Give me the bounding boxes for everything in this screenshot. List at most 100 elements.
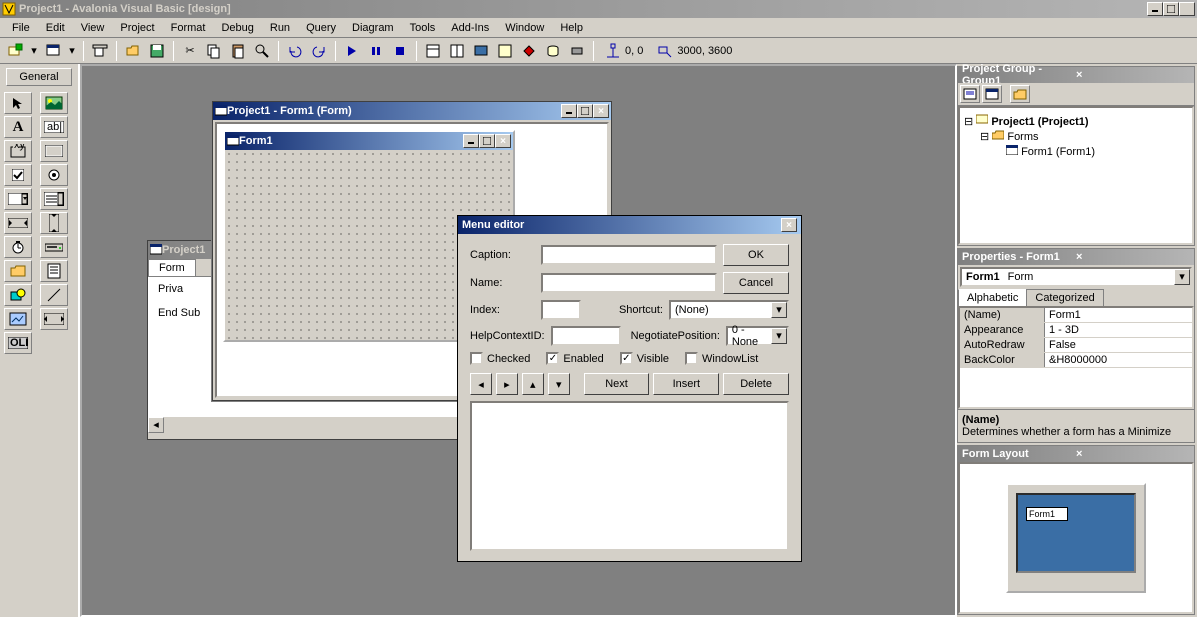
cut-icon[interactable]: ✂ <box>179 40 201 62</box>
data-view-icon[interactable] <box>542 40 564 62</box>
arrow-up-icon[interactable]: ▴ <box>522 373 544 395</box>
menu-project[interactable]: Project <box>112 20 162 36</box>
combobox-tool-icon[interactable] <box>4 188 32 210</box>
commandbutton-tool-icon[interactable] <box>40 140 68 162</box>
save-icon[interactable] <box>146 40 168 62</box>
undo-icon[interactable] <box>284 40 306 62</box>
open-icon[interactable] <box>122 40 144 62</box>
line-tool-icon[interactable] <box>40 284 68 306</box>
code-tab-form[interactable]: Form <box>148 259 196 276</box>
cancel-button[interactable]: Cancel <box>723 272 789 294</box>
shortcut-select[interactable]: (None)▾ <box>669 300 789 320</box>
menu-file[interactable]: File <box>4 20 38 36</box>
picturebox-tool-icon[interactable] <box>40 92 68 114</box>
minimize-button[interactable] <box>1147 2 1163 16</box>
minimize-button[interactable] <box>463 134 479 148</box>
close-button[interactable]: × <box>495 134 511 148</box>
object-selector[interactable]: Form1Form▾ <box>960 267 1192 287</box>
checked-checkbox[interactable]: Checked <box>470 352 530 365</box>
dirlistbox-tool-icon[interactable] <box>4 260 32 282</box>
menu-items-list[interactable] <box>470 401 789 551</box>
helpcontext-input[interactable] <box>551 326 621 346</box>
view-code-icon[interactable] <box>960 85 980 103</box>
frame-tool-icon[interactable]: xy <box>4 140 32 162</box>
windowlist-checkbox[interactable]: WindowList <box>685 352 758 365</box>
ole-tool-icon[interactable]: OLE <box>4 332 32 354</box>
drivelistbox-tool-icon[interactable] <box>40 236 68 258</box>
filelistbox-tool-icon[interactable] <box>40 260 68 282</box>
component-icon[interactable] <box>566 40 588 62</box>
next-button[interactable]: Next <box>584 373 650 395</box>
menu-debug[interactable]: Debug <box>213 20 261 36</box>
menu-editor-icon[interactable] <box>89 40 111 62</box>
menu-format[interactable]: Format <box>163 20 214 36</box>
close-button[interactable]: × <box>781 218 797 232</box>
tab-categorized[interactable]: Categorized <box>1026 289 1103 306</box>
tab-alphabetic[interactable]: Alphabetic <box>958 289 1027 306</box>
form-position-preview[interactable]: Form1 <box>1026 507 1068 521</box>
scroll-left-icon[interactable]: ◂ <box>148 417 164 433</box>
hscrollbar-tool-icon[interactable] <box>4 212 32 234</box>
object-browser-icon[interactable] <box>494 40 516 62</box>
dropdown-icon[interactable]: ▾ <box>66 40 78 62</box>
pause-icon[interactable] <box>365 40 387 62</box>
close-button[interactable]: × <box>593 104 609 118</box>
insert-button[interactable]: Insert <box>653 373 719 395</box>
enabled-checkbox[interactable]: ✓Enabled <box>546 352 603 365</box>
menu-run[interactable]: Run <box>262 20 298 36</box>
menu-tools[interactable]: Tools <box>402 20 444 36</box>
run-icon[interactable] <box>341 40 363 62</box>
index-input[interactable] <box>541 300 581 320</box>
add-form-icon[interactable] <box>42 40 64 62</box>
minimize-button[interactable] <box>561 104 577 118</box>
image-tool-icon[interactable] <box>4 308 32 330</box>
view-object-icon[interactable] <box>982 85 1002 103</box>
dropdown-icon[interactable]: ▾ <box>28 40 40 62</box>
ok-button[interactable]: OK <box>723 244 789 266</box>
textbox-tool-icon[interactable]: ab| <box>40 116 68 138</box>
close-button[interactable]: × <box>1179 2 1195 16</box>
pointer-tool-icon[interactable] <box>4 92 32 114</box>
menu-diagram[interactable]: Diagram <box>344 20 402 36</box>
toolbox-icon[interactable] <box>518 40 540 62</box>
caption-input[interactable] <box>541 245 717 265</box>
listbox-tool-icon[interactable] <box>40 188 68 210</box>
arrow-down-icon[interactable]: ▾ <box>548 373 570 395</box>
maximize-button[interactable] <box>479 134 495 148</box>
arrow-right-icon[interactable]: ▸ <box>496 373 518 395</box>
layout-preview[interactable]: Form1 <box>958 462 1194 614</box>
visible-checkbox[interactable]: ✓Visible <box>620 352 669 365</box>
menu-help[interactable]: Help <box>552 20 591 36</box>
menu-window[interactable]: Window <box>497 20 552 36</box>
toggle-folders-icon[interactable] <box>1010 85 1030 103</box>
maximize-button[interactable] <box>577 104 593 118</box>
close-icon[interactable]: × <box>1076 448 1190 460</box>
stop-icon[interactable] <box>389 40 411 62</box>
label-tool-icon[interactable]: A <box>4 116 32 138</box>
find-icon[interactable] <box>251 40 273 62</box>
redo-icon[interactable] <box>308 40 330 62</box>
negotiate-select[interactable]: 0 - None▾ <box>726 326 789 346</box>
menu-edit[interactable]: Edit <box>38 20 73 36</box>
close-icon[interactable]: × <box>1076 69 1190 81</box>
shape-tool-icon[interactable] <box>4 284 32 306</box>
checkbox-tool-icon[interactable] <box>4 164 32 186</box>
project-tree[interactable]: ⊟ Project1 (Project1) ⊟ Forms Form1 (For… <box>958 106 1194 245</box>
paste-icon[interactable] <box>227 40 249 62</box>
arrow-left-icon[interactable]: ◂ <box>470 373 492 395</box>
menu-view[interactable]: View <box>73 20 113 36</box>
menu-query[interactable]: Query <box>298 20 344 36</box>
project-explorer-icon[interactable] <box>422 40 444 62</box>
close-icon[interactable]: × <box>1076 251 1190 263</box>
data-tool-icon[interactable] <box>40 308 68 330</box>
properties-icon[interactable] <box>446 40 468 62</box>
menu-addins[interactable]: Add-Ins <box>443 20 497 36</box>
copy-icon[interactable] <box>203 40 225 62</box>
timer-tool-icon[interactable] <box>4 236 32 258</box>
optionbutton-tool-icon[interactable] <box>40 164 68 186</box>
name-input[interactable] <box>541 273 717 293</box>
delete-button[interactable]: Delete <box>723 373 789 395</box>
form-layout-icon[interactable] <box>470 40 492 62</box>
property-grid[interactable]: (Name)Form1 Appearance1 - 3D AutoRedrawF… <box>958 306 1194 409</box>
maximize-button[interactable] <box>1163 2 1179 16</box>
